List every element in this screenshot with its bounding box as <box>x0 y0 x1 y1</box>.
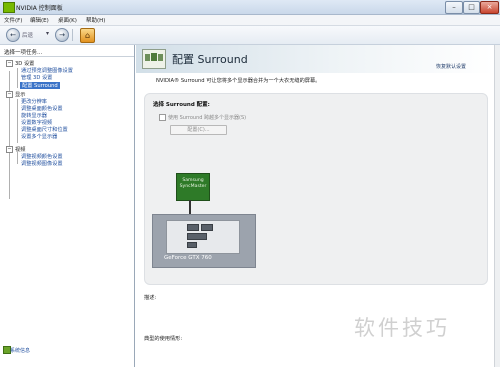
sidebar-item-digital-video[interactable]: 设置数字视频 <box>21 119 52 126</box>
tree-guide-line <box>17 68 18 88</box>
sidebar-item-rotate-display[interactable]: 旋转显示器 <box>21 112 47 119</box>
usage-label: 典型的使用情形: <box>144 336 183 342</box>
surround-checkbox-label: 使用 Surround 跨越多个显示器(S) <box>168 115 247 121</box>
description-label: 描述: <box>144 295 157 301</box>
home-icon: ⌂ <box>84 31 91 40</box>
window-title: NVIDIA 控制面板 <box>16 5 63 12</box>
task-sidebar: 选择一项任务... − 3D 设置 通过预览调整图像设置 管理 3D 设置 配置… <box>0 45 135 367</box>
page-description: NVIDIA® Surround 可让您将多个显示器合并为一个大衣无缝的屏幕。 <box>156 78 321 84</box>
sidebar-item-configure-surround[interactable]: 配置 Surround <box>20 82 60 89</box>
back-label: 后退 <box>22 33 34 39</box>
monitor-tile[interactable]: Samsung SyncMaster <box>176 173 210 201</box>
surround-monitors-icon <box>142 49 166 69</box>
vertical-scrollbar[interactable] <box>494 45 500 367</box>
menu-file[interactable]: 文件(F) <box>4 16 22 24</box>
menu-bar: 文件(F) 编辑(E) 桌面(K) 帮助(H) <box>0 15 500 26</box>
gpu-card-icon <box>166 220 240 254</box>
menu-desktop[interactable]: 桌面(K) <box>58 16 77 24</box>
home-button[interactable]: ⌂ <box>80 28 95 43</box>
system-info-link[interactable]: 系统信息 <box>10 347 30 354</box>
sidebar-item-change-resolution[interactable]: 更改分辨率 <box>21 98 47 105</box>
page-banner: 配置 Surround 恢复默认设置 <box>136 45 494 73</box>
surround-checkbox[interactable] <box>159 114 166 121</box>
gpu-label: GeForce GTX 760 <box>164 255 212 261</box>
sidebar-divider <box>0 56 134 57</box>
tree-guide-line <box>17 99 18 143</box>
gpu-port <box>187 233 207 240</box>
close-button[interactable]: × <box>480 1 499 14</box>
title-bar: NVIDIA 控制面板 – □ × <box>0 0 500 15</box>
gpu-port <box>201 224 213 231</box>
sidebar-item-desktop-size[interactable]: 调整桌面尺寸和位置 <box>21 126 68 133</box>
maximize-button[interactable]: □ <box>463 1 480 14</box>
toolbar-divider <box>72 29 73 41</box>
sidebar-item-video-image[interactable]: 调整视频图像设置 <box>21 160 63 167</box>
menu-help[interactable]: 帮助(H) <box>86 16 105 24</box>
menu-edit[interactable]: 编辑(E) <box>30 16 49 24</box>
nvidia-logo-icon <box>3 2 15 13</box>
configure-button[interactable]: 配置(C)... <box>170 125 227 135</box>
sidebar-item-multiple-displays[interactable]: 设置多个显示器 <box>21 133 57 140</box>
watermark-text: 软件技巧 <box>354 316 450 340</box>
restore-defaults-link[interactable]: 恢复默认设置 <box>436 63 466 70</box>
sidebar-item-image-preview[interactable]: 通过预览调整图像设置 <box>21 67 73 74</box>
minimize-button[interactable]: – <box>445 1 463 14</box>
collapse-display-toggle[interactable]: − <box>6 91 13 98</box>
page-title: 配置 Surround <box>172 53 248 66</box>
category-display[interactable]: 显示 <box>15 91 25 98</box>
forward-arrow-icon: → <box>59 31 65 39</box>
sidebar-item-manage-3d[interactable]: 管理 3D 设置 <box>21 74 52 81</box>
gpu-port <box>187 242 197 248</box>
category-3d-settings[interactable]: 3D 设置 <box>15 60 34 67</box>
collapse-3d-toggle[interactable]: − <box>6 60 13 67</box>
monitor-label: Samsung SyncMaster <box>179 178 207 189</box>
tree-guide-line <box>17 152 18 164</box>
history-dropdown[interactable]: ▾ <box>46 30 49 37</box>
gpu-port <box>187 224 199 231</box>
forward-button[interactable]: → <box>55 28 69 42</box>
sidebar-title: 选择一项任务... <box>4 50 43 56</box>
back-button[interactable]: ← <box>6 28 20 42</box>
toolbar: ← 后退 ▾ → ⌂ <box>0 26 500 45</box>
sidebar-item-desktop-color[interactable]: 调整桌面颜色设置 <box>21 105 63 112</box>
collapse-video-toggle[interactable]: − <box>6 146 13 153</box>
back-arrow-icon: ← <box>10 31 16 39</box>
section-label: 选择 Surround 配置: <box>153 102 210 108</box>
sidebar-item-video-color[interactable]: 调整视频颜色设置 <box>21 153 63 160</box>
category-video[interactable]: 视频 <box>15 146 25 153</box>
